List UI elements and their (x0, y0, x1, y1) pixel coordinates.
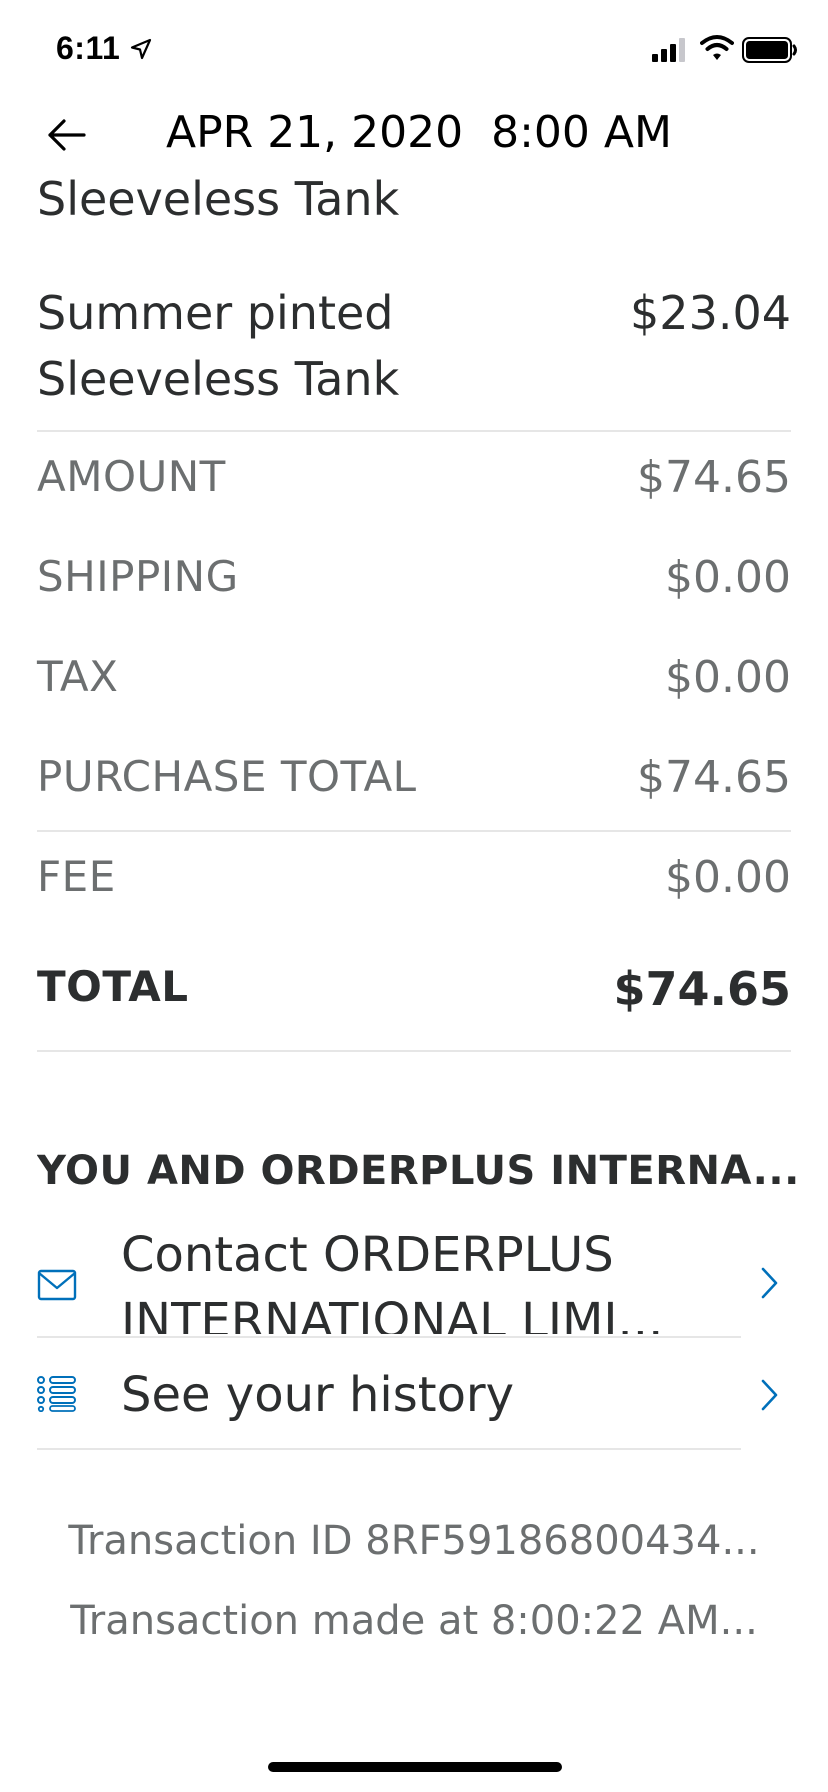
fee-value: $0.00 (665, 852, 791, 903)
tax-row: TAX $0.00 (37, 652, 791, 712)
line-item-name: Summer pinted Sleeveless Tank (37, 286, 400, 406)
amount-value: $74.65 (637, 452, 791, 503)
history-link[interactable]: See your history (37, 1358, 791, 1446)
total-row: TOTAL $74.65 (37, 962, 791, 1022)
status-bar: 6:11 (0, 0, 828, 100)
location-arrow-icon (130, 38, 152, 60)
purchase-total-label: PURCHASE TOTAL (37, 752, 417, 801)
transaction-time: Transaction made at 8:00:22 AM... (70, 1598, 758, 1644)
envelope-icon (37, 1269, 77, 1301)
wifi-icon (700, 35, 734, 60)
home-indicator[interactable] (268, 1762, 562, 1772)
amount-row: AMOUNT $74.65 (37, 452, 791, 512)
list-icon (37, 1376, 76, 1412)
contact-merchant-link[interactable]: Contact ORDERPLUS INTERNATIONAL LIMI... (37, 1220, 791, 1336)
chevron-right-icon (761, 1267, 778, 1299)
transaction-id: Transaction ID 8RF59186800434... (68, 1518, 760, 1564)
cellular-signal-icon (652, 38, 685, 62)
amount-label: AMOUNT (37, 452, 226, 501)
divider (37, 1050, 791, 1052)
chevron-right-icon (761, 1379, 778, 1411)
shipping-label: SHIPPING (37, 552, 239, 601)
fee-label: FEE (37, 852, 116, 901)
contact-merchant-label: Contact ORDERPLUS INTERNATIONAL LIMI... (121, 1227, 664, 1334)
shipping-row: SHIPPING $0.00 (37, 552, 791, 612)
divider (37, 430, 791, 432)
arrow-left-icon[interactable] (44, 112, 90, 158)
item-name-partial: Sleeveless Tank (37, 172, 400, 226)
battery-icon (742, 37, 797, 63)
tax-value: $0.00 (665, 652, 791, 703)
divider (37, 1448, 741, 1450)
line-item-price: $23.04 (630, 286, 791, 340)
divider (37, 830, 791, 832)
divider (37, 1336, 741, 1338)
status-time: 6:11 (56, 30, 121, 66)
total-value: $74.65 (613, 962, 791, 1016)
fee-row: FEE $0.00 (37, 852, 791, 912)
tax-label: TAX (37, 652, 119, 701)
total-label: TOTAL (37, 962, 189, 1011)
shipping-value: $0.00 (665, 552, 791, 603)
history-label: See your history (121, 1367, 515, 1423)
purchase-total-value: $74.65 (637, 752, 791, 803)
merchant-section-title: YOU AND ORDERPLUS INTERNA... (37, 1148, 797, 1194)
page-title: APR 21, 2020 8:00 AM (166, 107, 672, 158)
purchase-total-row: PURCHASE TOTAL $74.65 (37, 752, 791, 812)
